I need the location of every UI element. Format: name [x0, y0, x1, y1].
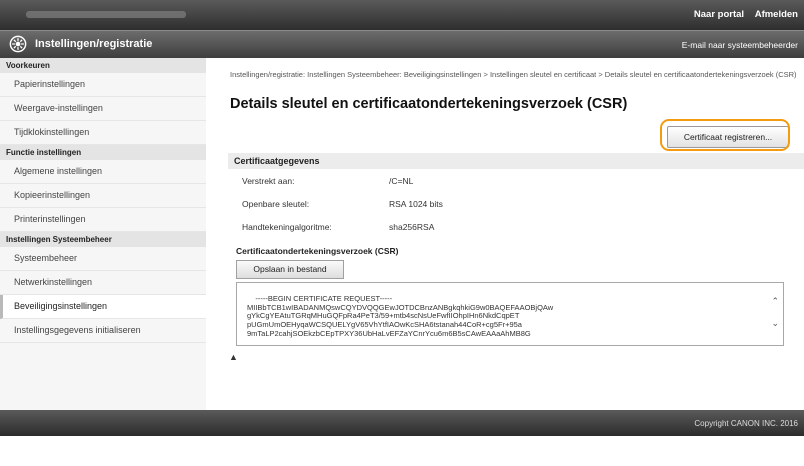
- sidebar-item-tijdklok[interactable]: Tijdklokinstellingen: [0, 121, 206, 145]
- device-name-blurred: [26, 11, 186, 18]
- sidebar: Voorkeuren Papierinstellingen Weergave-i…: [0, 58, 206, 410]
- top-bar: Naar portal Afmelden: [0, 0, 804, 30]
- cert-row-key: Handtekeningalgoritme:: [242, 222, 332, 232]
- sidebar-item-algemene[interactable]: Algemene instellingen: [0, 160, 206, 184]
- breadcrumb: Instellingen/registratie: Instellingen S…: [230, 70, 797, 79]
- sidebar-item-kopieer[interactable]: Kopieerinstellingen: [0, 184, 206, 208]
- csr-section-title: Certificaatondertekeningsverzoek (CSR): [236, 246, 399, 256]
- sidebar-item-beveiliging[interactable]: Beveiligingsinstellingen: [0, 295, 206, 319]
- settings-logo-icon: [9, 35, 27, 53]
- sidebar-item-systeembeheer[interactable]: Systeembeheer: [0, 247, 206, 271]
- cert-row-key: Verstrekt aan:: [242, 176, 295, 186]
- copyright: Copyright CANON INC. 2016: [694, 419, 798, 428]
- cert-row-signature-algorithm: Handtekeningalgoritme: sha256RSA: [242, 222, 434, 232]
- register-certificate-button[interactable]: Certificaat registreren...: [667, 126, 789, 148]
- sidebar-item-printer[interactable]: Printerinstellingen: [0, 208, 206, 232]
- csr-scrollbar[interactable]: [768, 283, 783, 345]
- logout-link[interactable]: Afmelden: [755, 9, 798, 20]
- main-content: Instellingen/registratie: Instellingen S…: [214, 58, 804, 410]
- footer: Copyright CANON INC. 2016: [0, 410, 804, 436]
- cert-row-issued-to: Verstrekt aan: /C=NL: [242, 176, 413, 186]
- sidebar-item-papierinstellingen[interactable]: Papierinstellingen: [0, 73, 206, 97]
- sidebar-section-systeembeheer: Instellingen Systeembeheer: [0, 232, 206, 247]
- cert-row-value: sha256RSA: [389, 222, 435, 232]
- save-to-file-button[interactable]: Opslaan in bestand: [236, 260, 344, 279]
- cert-row-value: RSA 1024 bits: [389, 199, 443, 209]
- page-title: Details sleutel en certificaatonderteken…: [230, 96, 628, 112]
- top-links: Naar portal Afmelden: [686, 9, 798, 20]
- mail-admin-link[interactable]: E-mail naar systeembeheerder: [682, 40, 798, 50]
- scroll-up-icon[interactable]: ⌃: [771, 297, 779, 306]
- sidebar-item-initialiseren[interactable]: Instellingsgegevens initialiseren: [0, 319, 206, 343]
- cert-row-public-key: Openbare sleutel: RSA 1024 bits: [242, 199, 443, 209]
- sidebar-section-functie: Functie instellingen: [0, 145, 206, 160]
- portal-link[interactable]: Naar portal: [694, 9, 744, 20]
- csr-textarea[interactable]: -----BEGIN CERTIFICATE REQUEST----- MIIB…: [236, 282, 784, 346]
- cert-row-value: /C=NL: [389, 176, 414, 186]
- sidebar-section-voorkeuren: Voorkeuren: [0, 58, 206, 73]
- scroll-down-icon[interactable]: ⌄: [771, 319, 779, 328]
- app-title: Instellingen/registratie: [35, 38, 153, 50]
- cert-row-key: Openbare sleutel:: [242, 199, 310, 209]
- sidebar-item-netwerk[interactable]: Netwerkinstellingen: [0, 271, 206, 295]
- sidebar-item-weergave[interactable]: Weergave-instellingen: [0, 97, 206, 121]
- app-header: Instellingen/registratie E-mail naar sys…: [0, 30, 804, 58]
- certificate-section-header: Certificaatgegevens: [228, 153, 804, 169]
- back-to-top-icon[interactable]: ▲: [229, 352, 238, 362]
- csr-text: -----BEGIN CERTIFICATE REQUEST----- MIIB…: [247, 293, 554, 338]
